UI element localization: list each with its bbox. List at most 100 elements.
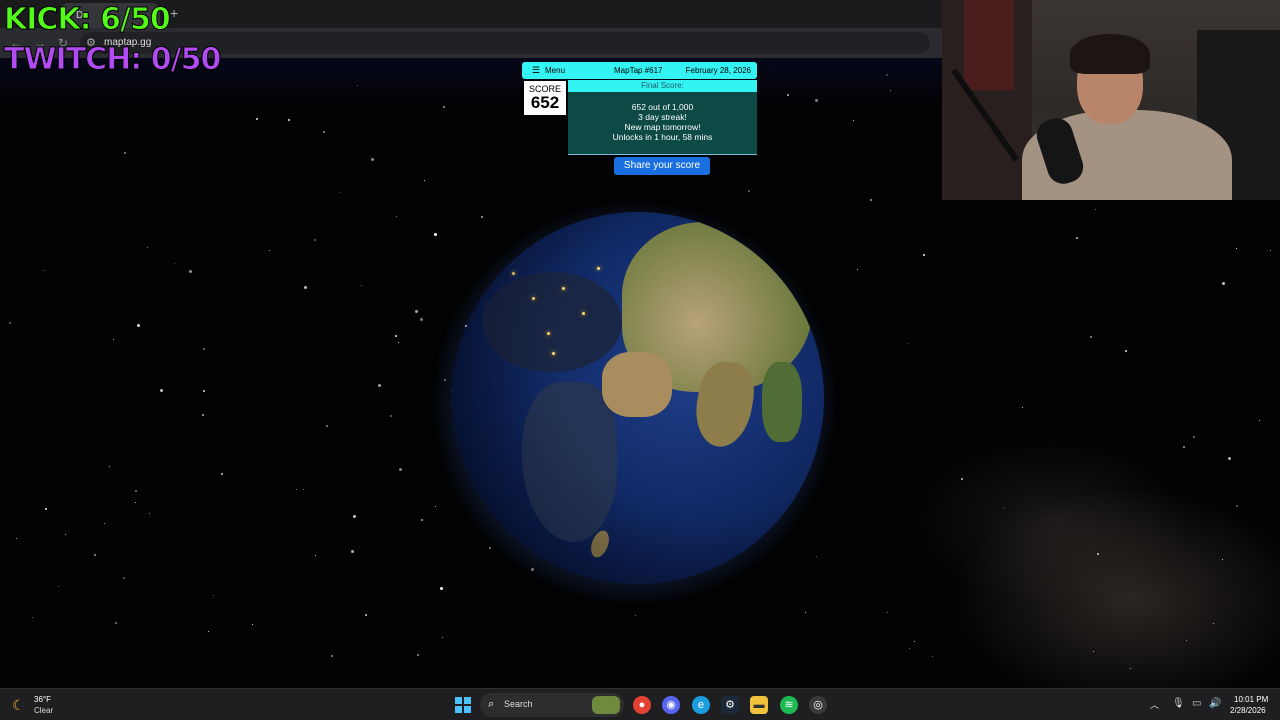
network-icon[interactable]: ▭ <box>1192 698 1201 709</box>
streamer-hair <box>1070 34 1150 74</box>
star <box>1125 350 1127 352</box>
result-line: 652 out of 1,000 <box>631 102 694 112</box>
star <box>909 648 910 649</box>
star <box>315 555 316 556</box>
star <box>443 106 445 108</box>
star <box>816 556 817 557</box>
globe-shading <box>452 212 824 584</box>
star <box>395 335 397 337</box>
star <box>1186 640 1187 641</box>
star <box>399 468 402 471</box>
share-score-button[interactable]: Share your score <box>614 157 710 175</box>
star <box>269 250 270 251</box>
star <box>189 270 192 273</box>
star <box>326 425 328 427</box>
star <box>174 263 175 264</box>
star <box>44 270 45 271</box>
star <box>137 324 140 327</box>
star <box>109 466 110 467</box>
menu-button[interactable]: Menu <box>545 66 565 75</box>
star <box>32 617 33 618</box>
edge-icon[interactable]: e <box>692 696 710 714</box>
tray-overflow-chevron-icon[interactable]: ︿ <box>1150 698 1159 711</box>
star <box>303 489 304 490</box>
obs-icon[interactable]: ◎ <box>809 696 827 714</box>
spotify-icon[interactable]: ≋ <box>780 696 798 714</box>
star <box>421 519 423 521</box>
star <box>331 655 333 657</box>
star <box>1076 237 1078 239</box>
windows-start-icon[interactable] <box>455 697 471 713</box>
chrome-icon[interactable]: ● <box>633 696 651 714</box>
new-tab-button[interactable]: + <box>170 5 178 21</box>
star <box>252 624 253 625</box>
star <box>147 247 148 248</box>
star <box>434 233 437 236</box>
star <box>914 641 915 642</box>
kick-counter: KICK: 6/50 <box>4 2 172 38</box>
volume-icon[interactable]: 🔊 <box>1209 698 1221 709</box>
star <box>135 502 136 503</box>
star <box>1213 623 1214 624</box>
final-score-label: Final Score: <box>568 80 757 92</box>
star <box>853 120 854 121</box>
star <box>208 631 209 632</box>
star <box>203 390 205 392</box>
star <box>1097 553 1099 555</box>
star <box>94 554 96 556</box>
weather-temperature[interactable]: 36°F <box>34 695 51 704</box>
star <box>9 322 11 324</box>
star <box>213 595 214 596</box>
star <box>304 286 307 289</box>
search-icon: ⌕ <box>488 698 495 710</box>
clock-date[interactable]: 2/28/2026 <box>1230 706 1266 715</box>
star <box>442 637 443 638</box>
star <box>314 239 316 241</box>
score-box: SCORE 652 <box>523 80 567 116</box>
taskbar-search[interactable]: ⌕ Search <box>480 693 624 717</box>
star <box>202 414 204 416</box>
steam-icon[interactable]: ⚙ <box>721 696 739 714</box>
earth-globe[interactable] <box>452 212 824 584</box>
star <box>256 118 258 120</box>
microphone-tray-icon[interactable]: 🎙 <box>1172 698 1185 709</box>
star <box>424 180 425 181</box>
star <box>748 190 750 192</box>
star <box>353 515 356 518</box>
star <box>1095 209 1096 210</box>
webcam-feed <box>942 0 1280 200</box>
weather-condition[interactable]: Clear <box>34 706 53 715</box>
star <box>961 478 963 480</box>
result-line: 3 day streak! <box>638 112 687 122</box>
star <box>296 489 297 490</box>
star <box>16 538 17 539</box>
star <box>887 612 888 613</box>
star <box>361 285 362 286</box>
discord-icon[interactable]: ◉ <box>662 696 680 714</box>
star <box>288 119 290 121</box>
star <box>805 612 806 613</box>
star <box>907 343 908 344</box>
puzzle-title: MapTap #617 <box>614 66 663 75</box>
hamburger-menu-icon[interactable]: ☰ <box>532 65 540 76</box>
star <box>420 318 423 321</box>
moon-weather-icon[interactable]: ☾ <box>12 697 25 714</box>
star <box>1236 505 1238 507</box>
star <box>339 192 340 193</box>
results-panel: 652 out of 1,000 3 day streak! New map t… <box>568 92 757 155</box>
file-explorer-icon[interactable]: ▬ <box>750 696 768 714</box>
twitch-counter: TWITCH: 0/50 <box>3 42 221 78</box>
star <box>870 199 872 201</box>
star <box>1090 336 1092 338</box>
star <box>923 254 925 256</box>
star <box>124 152 126 154</box>
maptap-header: ☰ Menu MapTap #617 February 28, 2026 <box>522 62 757 79</box>
star <box>1222 282 1225 285</box>
star <box>323 131 325 133</box>
star <box>1130 668 1131 669</box>
star <box>203 348 205 350</box>
score-value: 652 <box>530 93 560 112</box>
result-line: New map tomorrow! <box>624 122 701 132</box>
star <box>160 389 163 392</box>
clock-time[interactable]: 10:01 PM <box>1234 695 1268 704</box>
